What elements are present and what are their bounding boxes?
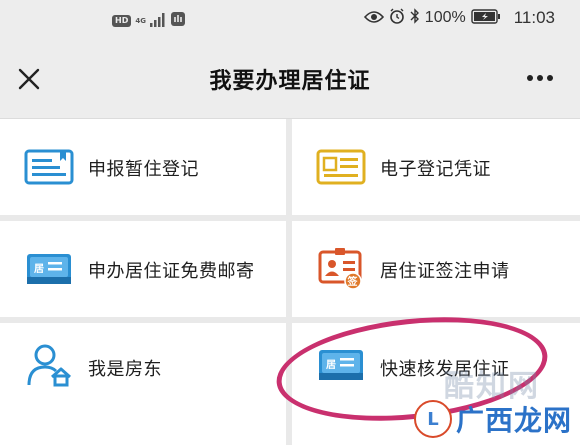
card-char: 居 xyxy=(326,359,336,371)
more-button[interactable] xyxy=(522,68,558,88)
tile-label: 申办居住证免费邮寄 xyxy=(88,261,255,282)
tile-endorsement-application[interactable]: 签 居住证签注申请 xyxy=(292,221,580,317)
more-icon xyxy=(527,75,553,81)
status-right: 100% 11:03 xyxy=(363,8,555,28)
tile-temporary-residence-registration[interactable]: 申报暂住登记 xyxy=(0,119,286,215)
bluetooth-icon xyxy=(410,8,420,28)
hd-badge: HD xyxy=(112,15,132,27)
tile-electronic-registration-certificate[interactable]: 电子登记凭证 xyxy=(292,119,580,215)
certificate-icon xyxy=(316,147,366,187)
status-left: HD 4G xyxy=(112,11,186,31)
residence-card-icon: 居 xyxy=(316,345,366,385)
status-bar: HD 4G 100% 11:03 xyxy=(0,0,580,40)
clock: 11:03 xyxy=(513,8,555,27)
sign-char: 签 xyxy=(347,275,359,288)
card-char: 居 xyxy=(34,263,44,275)
tile-label: 我是房东 xyxy=(88,359,162,380)
battery-percent: 100% xyxy=(424,9,466,26)
watermark-logo-icon: L xyxy=(413,400,452,438)
title-bar: 我要办理居住证 xyxy=(0,40,580,119)
alarm-icon xyxy=(389,8,405,28)
watermark: L 广西龙网 xyxy=(413,399,572,439)
watermark-text: 广西龙网 xyxy=(455,404,572,437)
endorsement-icon: 签 xyxy=(316,248,366,290)
landlord-icon xyxy=(24,344,74,387)
app-notification-icon xyxy=(170,11,186,31)
id-card-icon xyxy=(24,147,74,187)
tile-label: 申报暂住登记 xyxy=(88,159,199,180)
signal-icon xyxy=(149,12,166,31)
residence-card-icon: 居 xyxy=(24,249,74,289)
tile-label: 电子登记凭证 xyxy=(380,159,491,180)
tile-free-mailing-application[interactable]: 居 申办居住证免费邮寄 xyxy=(0,221,286,317)
eye-icon xyxy=(363,9,384,28)
tile-i-am-landlord[interactable]: 我是房东 xyxy=(0,323,286,445)
battery-icon xyxy=(471,8,501,28)
page-title: 我要办理居住证 xyxy=(209,69,371,94)
network-type: 4G xyxy=(135,16,146,25)
tile-label: 居住证签注申请 xyxy=(380,261,510,282)
